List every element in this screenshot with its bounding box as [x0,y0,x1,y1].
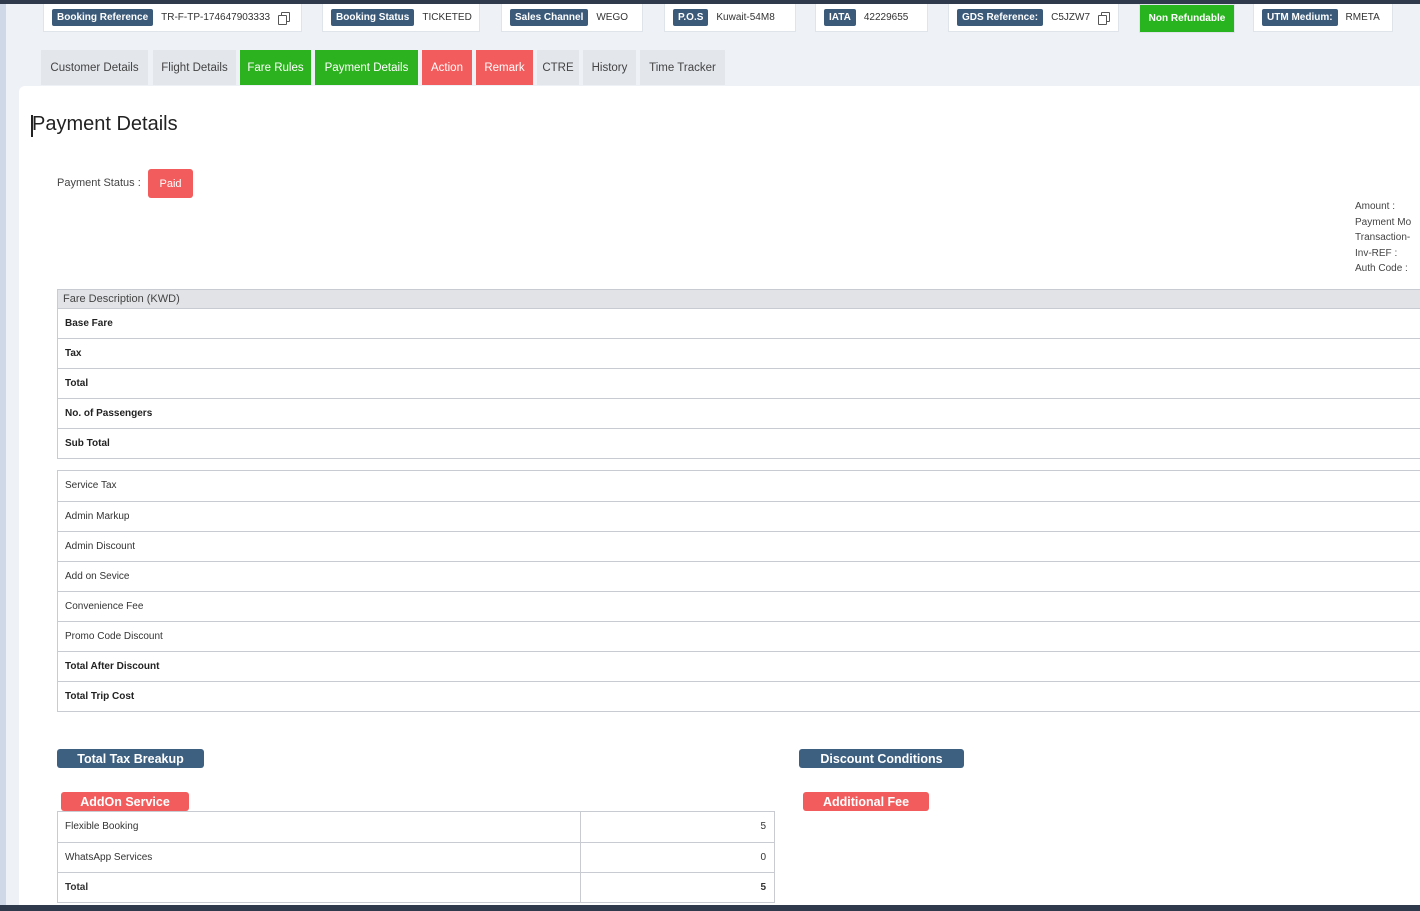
fees-table: Service Tax Admin Markup Admin Discount … [57,470,1420,712]
tab-customer-details[interactable]: Customer Details [41,50,148,85]
table-row: No. of Passengers [58,398,1420,428]
window-frame-bottom [0,905,1420,911]
addon-name: Flexible Booking [58,812,581,842]
gds-reference-label: GDS Reference: [957,9,1044,26]
fare-description-header: Fare Description (KWD) [58,290,1420,308]
table-row: Total Trip Cost [58,681,1420,711]
window-frame-left [0,0,6,911]
tab-time-tracker[interactable]: Time Tracker [640,50,725,85]
auth-code-label: Auth Code : [1355,263,1408,274]
fare-description-table: Fare Description (KWD) Base Fare Tax Tot… [57,289,1420,459]
tab-flight-details[interactable]: Flight Details [153,50,236,85]
page-title: Payment Details [32,113,178,135]
booking-status-value: TICKETED [422,12,472,23]
gds-reference-value: C5JZW7 [1051,12,1091,23]
tab-ctre[interactable]: CTRE [537,50,579,85]
discount-conditions-button[interactable]: Discount Conditions [799,749,964,768]
payment-mode-label: Payment Mo [1355,216,1412,228]
utm-medium-label: UTM Medium: [1262,9,1338,26]
iata-value: 42229655 [863,12,909,23]
addon-service-button[interactable]: AddOn Service [61,792,189,811]
sales-channel-card: Sales Channel WEGO [501,4,643,32]
booking-status-card: Booking Status TICKETED [322,4,480,32]
addon-total-label: Total [58,873,581,902]
table-row: Add on Sevice [58,561,1420,591]
addon-total-value: 5 [760,882,766,893]
table-row: Admin Discount [58,531,1420,561]
addon-value: 5 [760,821,766,832]
table-row: Convenience Fee [58,591,1420,621]
pos-label: P.O.S [673,9,709,26]
transaction-label: Transaction- [1355,232,1411,243]
payment-status-label: Payment Status : [57,177,141,189]
gds-reference-card: GDS Reference: C5JZW7 [948,4,1119,32]
table-row: Total After Discount [58,651,1420,681]
tab-fare-rules[interactable]: Fare Rules [240,50,311,85]
copy-icon[interactable] [278,11,291,25]
utm-medium-card: UTM Medium: RMETA [1253,4,1393,32]
sales-channel-label: Sales Channel [510,9,589,26]
tab-payment-details[interactable]: Payment Details [315,50,418,85]
iata-card: IATA 42229655 [815,4,928,32]
booking-reference-card: Booking Reference TR-F-TP-174647903333 [43,4,302,32]
pos-value: Kuwait-54M8 [716,12,775,23]
tab-action[interactable]: Action [422,50,472,85]
booking-status-label: Booking Status [331,9,415,26]
table-row: Service Tax [65,480,117,491]
table-row: Admin Markup [58,501,1420,531]
tab-history[interactable]: History [583,50,636,85]
table-row: Total 5 [58,872,774,902]
copy-icon[interactable] [1098,11,1111,25]
table-row: Sub Total [58,428,1420,458]
table-row: WhatsApp Services 0 [58,842,774,872]
booking-reference-label: Booking Reference [52,9,154,26]
sales-channel-value: WEGO [596,12,629,23]
table-row: Total [58,368,1420,398]
table-row: Promo Code Discount [58,621,1420,651]
table-row: Flexible Booking 5 [58,812,774,842]
table-row: Base Fare [58,308,1420,338]
pos-card: P.O.S Kuwait-54M8 [664,4,796,32]
tab-remark[interactable]: Remark [476,50,533,85]
amount-label: Amount : [1355,201,1396,212]
non-refundable-badge: Non Refundable [1139,4,1235,33]
additional-fee-button[interactable]: Additional Fee [803,792,929,811]
payment-meta-list: Amount : Payment Mo Transaction- Inv-REF… [1355,199,1420,277]
payment-status-badge: Paid [148,169,193,198]
total-tax-breakup-button[interactable]: Total Tax Breakup [57,749,204,768]
addon-value: 0 [760,852,766,863]
addon-name: WhatsApp Services [58,843,581,872]
iata-label: IATA [824,9,856,26]
addon-service-table: Flexible Booking 5 WhatsApp Services 0 T… [57,811,775,903]
utm-medium-value: RMETA [1345,12,1380,23]
table-row: Tax [58,338,1420,368]
inv-ref-label: Inv-REF : [1355,247,1398,259]
booking-reference-value: TR-F-TP-174647903333 [161,12,271,23]
